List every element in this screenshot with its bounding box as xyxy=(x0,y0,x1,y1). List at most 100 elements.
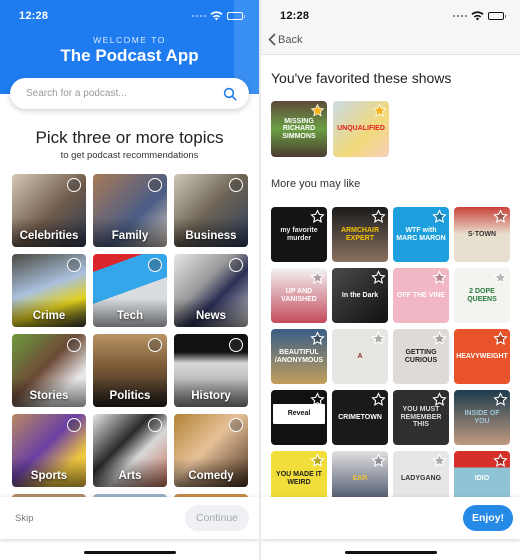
topic-tile-tech[interactable]: Tech xyxy=(93,254,167,327)
select-radio-icon[interactable] xyxy=(67,258,81,272)
select-radio-icon[interactable] xyxy=(148,178,162,192)
recommended-show-card[interactable]: HEAVYWEIGHT xyxy=(454,329,510,384)
wifi-icon xyxy=(210,11,223,21)
star-outline-icon[interactable] xyxy=(310,453,325,468)
home-indicator xyxy=(83,551,176,554)
recommended-show-card[interactable]: CRIMETOWN xyxy=(332,390,388,445)
topic-label: Crime xyxy=(32,310,66,322)
favorited-heading: You've favorited these shows xyxy=(271,70,452,86)
screen-pair: 12:28 WELCOME TO The Podcast App Pick th… xyxy=(0,0,520,560)
topic-tile-politics[interactable]: Politics xyxy=(93,334,167,407)
recommended-show-card[interactable]: YOU MUST REMEMBER THIS xyxy=(393,390,449,445)
back-button[interactable]: Back xyxy=(268,33,302,46)
topic-label: History xyxy=(191,390,231,402)
battery-icon xyxy=(488,12,506,20)
star-outline-icon[interactable] xyxy=(432,270,447,285)
star-outline-icon[interactable] xyxy=(432,453,447,468)
app-title: The Podcast App xyxy=(60,46,199,65)
recommended-show-card[interactable]: INSIDE OF YOU xyxy=(454,390,510,445)
select-radio-icon[interactable] xyxy=(148,418,162,432)
select-radio-icon[interactable] xyxy=(229,258,243,272)
welcome-label: WELCOME TO xyxy=(93,35,166,45)
recommended-show-card[interactable]: A xyxy=(332,329,388,384)
topic-label: Sports xyxy=(30,470,68,482)
star-outline-icon[interactable] xyxy=(371,453,386,468)
recommended-show-card[interactable]: my favorite murder xyxy=(271,207,327,262)
topic-tile-crime[interactable]: Crime xyxy=(12,254,86,327)
select-radio-icon[interactable] xyxy=(229,178,243,192)
topic-tile-news[interactable]: News xyxy=(174,254,248,327)
recommended-show-card[interactable]: OFF THE VINE xyxy=(393,268,449,323)
select-radio-icon[interactable] xyxy=(67,178,81,192)
select-radio-icon[interactable] xyxy=(148,258,162,272)
topic-tile-sports[interactable]: Sports xyxy=(12,414,86,487)
favorite-show-card[interactable]: UNQUALIFIED xyxy=(333,101,389,157)
topic-label: News xyxy=(195,310,227,322)
recommended-show-card[interactable]: In the Dark xyxy=(332,268,388,323)
star-outline-icon[interactable] xyxy=(493,270,508,285)
select-radio-icon[interactable] xyxy=(67,418,81,432)
podcast-artwork: Reveal xyxy=(273,404,325,424)
recommendations-heading: More you may like xyxy=(271,178,361,190)
topic-tile-family[interactable]: Family xyxy=(93,174,167,247)
recommended-show-card[interactable]: 2 DOPE QUEENS xyxy=(454,268,510,323)
search-input[interactable] xyxy=(26,88,206,99)
recommended-show-card[interactable]: GETTING CURIOUS xyxy=(393,329,449,384)
recommended-show-card[interactable]: UP AND VANISHED xyxy=(271,268,327,323)
topic-label: Celebrities xyxy=(19,230,79,242)
star-outline-icon[interactable] xyxy=(371,331,386,346)
search-icon[interactable] xyxy=(223,87,237,101)
star-filled-icon[interactable] xyxy=(310,103,325,118)
star-outline-icon[interactable] xyxy=(432,392,447,407)
topic-tile-business[interactable]: Business xyxy=(174,174,248,247)
star-outline-icon[interactable] xyxy=(432,209,447,224)
star-outline-icon[interactable] xyxy=(310,331,325,346)
recommended-show-card[interactable]: BEAUTIFUL /ANONYMOUS xyxy=(271,329,327,384)
star-filled-icon[interactable] xyxy=(372,103,387,118)
enjoy-button[interactable]: Enjoy! xyxy=(463,505,513,531)
recommended-show-card[interactable]: Reveal xyxy=(271,390,327,445)
topic-label: Comedy xyxy=(188,470,234,482)
topic-tile-history[interactable]: History xyxy=(174,334,248,407)
topic-label: Stories xyxy=(29,390,69,402)
star-outline-icon[interactable] xyxy=(493,453,508,468)
star-outline-icon[interactable] xyxy=(371,270,386,285)
star-outline-icon[interactable] xyxy=(493,392,508,407)
topic-label: Family xyxy=(111,230,149,242)
select-radio-icon[interactable] xyxy=(67,338,81,352)
star-outline-icon[interactable] xyxy=(310,392,325,407)
status-time: 12:28 xyxy=(19,10,49,22)
chevron-left-icon xyxy=(268,33,276,46)
signal-icon xyxy=(192,15,206,17)
recommended-show-card[interactable]: S·TOWN xyxy=(454,207,510,262)
page-title: Pick three or more topics xyxy=(35,128,224,147)
battery-icon xyxy=(227,12,245,20)
topic-tile-stories[interactable]: Stories xyxy=(12,334,86,407)
select-radio-icon[interactable] xyxy=(229,418,243,432)
topic-picker-screen: 12:28 WELCOME TO The Podcast App Pick th… xyxy=(0,0,259,560)
status-time: 12:28 xyxy=(280,10,310,22)
star-outline-icon[interactable] xyxy=(493,209,508,224)
search-bar[interactable] xyxy=(10,78,249,109)
bottom-action-bar: Enjoy! xyxy=(261,497,520,539)
continue-button[interactable]: Continue xyxy=(185,505,249,531)
recommended-show-card[interactable]: WTF with MARC MARON xyxy=(393,207,449,262)
star-outline-icon[interactable] xyxy=(310,209,325,224)
recommended-shows-grid: my favorite murder ARMCHAIR EXPERT WTF wit… xyxy=(271,207,510,506)
star-outline-icon[interactable] xyxy=(371,209,386,224)
star-outline-icon[interactable] xyxy=(310,270,325,285)
star-outline-icon[interactable] xyxy=(432,331,447,346)
status-bar: 12:28 xyxy=(0,0,259,32)
favorite-show-card[interactable]: MISSING RICHARD SIMMONS xyxy=(271,101,327,157)
select-radio-icon[interactable] xyxy=(148,338,162,352)
topic-tile-arts[interactable]: Arts xyxy=(93,414,167,487)
topic-grid: Celebrities Family Business Crime Tech News St… xyxy=(12,174,248,487)
topic-tile-celebrities[interactable]: Celebrities xyxy=(12,174,86,247)
topic-label: Arts xyxy=(118,470,142,482)
star-outline-icon[interactable] xyxy=(371,392,386,407)
recommended-show-card[interactable]: ARMCHAIR EXPERT xyxy=(332,207,388,262)
topic-tile-comedy[interactable]: Comedy xyxy=(174,414,248,487)
select-radio-icon[interactable] xyxy=(229,338,243,352)
star-outline-icon[interactable] xyxy=(493,331,508,346)
skip-button[interactable]: Skip xyxy=(15,513,33,524)
